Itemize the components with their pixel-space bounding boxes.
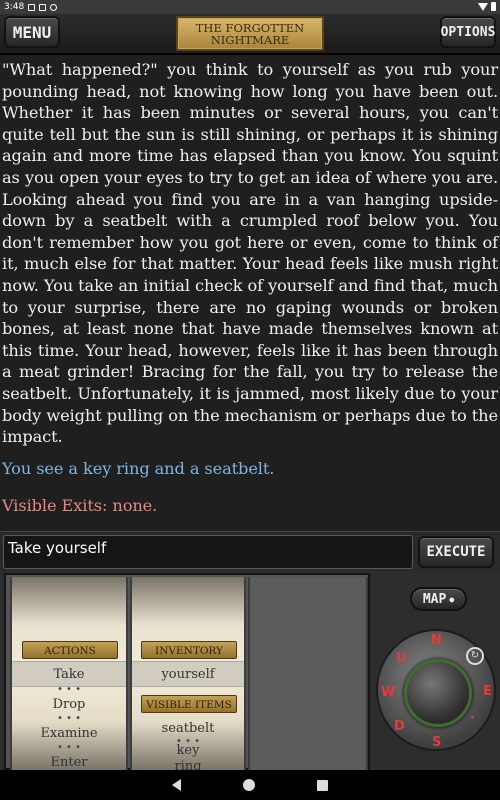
- sd-card-icon: [39, 3, 47, 11]
- inventory-header: Inventory: [141, 641, 237, 659]
- look-icon[interactable]: ↻: [466, 647, 484, 665]
- objects-reel[interactable]: Inventory yourself Visible Items seatbel…: [130, 577, 246, 770]
- inventory-item-yourself[interactable]: yourself: [132, 667, 244, 682]
- android-nav-bar: [0, 770, 500, 800]
- compass-down[interactable]: D: [394, 719, 405, 734]
- menu-button[interactable]: MENU: [4, 16, 60, 48]
- word-picker: Actions Take • • • Drop • • • Examine • …: [4, 573, 370, 770]
- action-item-examine[interactable]: Examine: [12, 726, 126, 741]
- story-text: "What happened?" you think to yourself a…: [2, 60, 498, 447]
- compass-south[interactable]: S: [432, 735, 441, 750]
- compass-west[interactable]: W: [381, 685, 395, 700]
- options-button[interactable]: OPTIONS: [440, 16, 496, 48]
- wifi-icon: [478, 2, 488, 11]
- visible-item-seatbelt[interactable]: seatbelt: [132, 721, 244, 736]
- command-input[interactable]: Take yourself: [3, 535, 413, 569]
- status-bar: 3:48: [0, 0, 500, 14]
- map-dot-icon: ●: [449, 594, 455, 604]
- compass-southeast[interactable]: ·: [470, 711, 475, 726]
- story-panel[interactable]: "What happened?" you think to yourself a…: [0, 55, 500, 531]
- visible-items-text: You see a key ring and a seatbelt.: [2, 458, 275, 478]
- control-panel: Actions Take • • • Drop • • • Examine • …: [0, 571, 500, 770]
- empty-reel: [248, 577, 368, 770]
- recent-apps-icon[interactable]: [317, 779, 328, 791]
- compass-up[interactable]: U: [396, 651, 407, 666]
- separator-dots: • • •: [56, 713, 82, 724]
- visible-item-ring[interactable]: ring: [132, 759, 244, 770]
- visible-items-header: Visible Items: [141, 695, 237, 713]
- compass-east[interactable]: E: [483, 684, 492, 699]
- separator-dots: • • •: [56, 684, 82, 695]
- sync-icon: [50, 3, 58, 11]
- notification-icon: [28, 3, 36, 11]
- compass-knob[interactable]: [404, 659, 472, 727]
- actions-header: Actions: [22, 641, 118, 659]
- visible-item-key[interactable]: key: [132, 743, 244, 758]
- separator-dots: • • •: [56, 742, 82, 753]
- execute-button[interactable]: EXECUTE: [418, 536, 494, 568]
- compass[interactable]: N E S W U D · ↻: [376, 629, 496, 751]
- top-bar: MENU The Forgotten Nightmare OPTIONS: [0, 14, 500, 54]
- visible-exits-text: Visible Exits: none.: [2, 496, 158, 516]
- home-icon[interactable]: [243, 779, 255, 791]
- action-item-drop[interactable]: Drop: [12, 697, 126, 712]
- actions-reel[interactable]: Actions Take • • • Drop • • • Examine • …: [10, 577, 128, 770]
- back-icon[interactable]: [172, 779, 181, 791]
- compass-north[interactable]: N: [431, 633, 442, 648]
- battery-icon: [491, 2, 496, 11]
- action-item-take[interactable]: Take: [12, 667, 126, 682]
- map-label: MAP: [422, 591, 447, 607]
- map-button[interactable]: MAP ●: [410, 587, 467, 611]
- command-bar: Take yourself EXECUTE: [0, 531, 500, 571]
- game-title: The Forgotten Nightmare: [176, 16, 324, 51]
- status-time: 3:48: [4, 2, 25, 12]
- action-item-enter[interactable]: Enter: [12, 755, 126, 770]
